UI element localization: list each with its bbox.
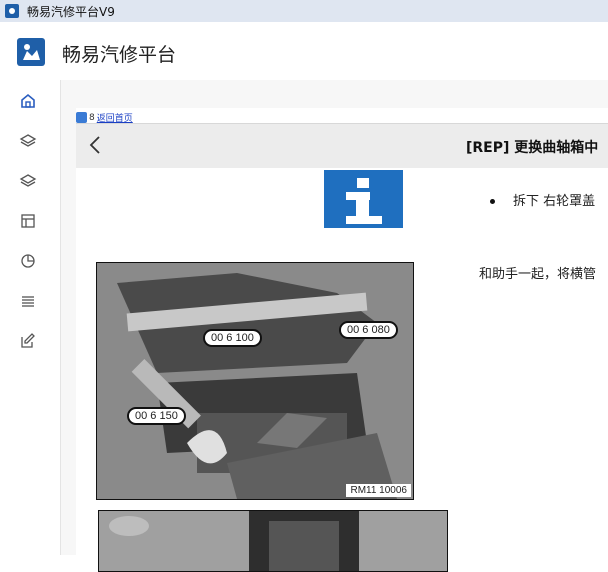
layers-icon[interactable] <box>19 132 37 150</box>
pie-chart-icon[interactable] <box>19 252 37 270</box>
content-area: 8 返回首页 [REP] 更换曲轴箱中 拆下 右轮罩盖 和助手一起，将横管 00… <box>61 80 608 572</box>
home-small-icon <box>76 112 87 123</box>
instruction-bullet: 拆下 右轮罩盖 <box>490 190 595 209</box>
callout-label: 00 6 150 <box>127 407 186 425</box>
doc-titlebar: [REP] 更换曲轴箱中 <box>76 123 608 168</box>
chevron-left-icon[interactable] <box>88 135 102 155</box>
repair-figure-2 <box>98 510 448 572</box>
window-title: 畅易汽修平台V9 <box>27 4 115 19</box>
brand-name: 畅易汽修平台 <box>62 44 177 66</box>
back-num: 8 <box>89 112 95 123</box>
repair-figure: 00 6 100 00 6 080 00 6 150 RM11 10006 <box>96 262 414 500</box>
home-icon[interactable] <box>19 92 37 110</box>
brand-logo-icon <box>17 38 45 66</box>
edit-icon[interactable] <box>19 332 37 350</box>
document-page: 8 返回首页 [REP] 更换曲轴箱中 拆下 右轮罩盖 和助手一起，将横管 00… <box>76 108 608 572</box>
layout-icon[interactable] <box>19 212 37 230</box>
layers-icon[interactable] <box>19 172 37 190</box>
sidebar <box>0 80 61 555</box>
window-titlebar: 畅易汽修平台V9 <box>0 0 608 22</box>
list-icon[interactable] <box>19 292 37 310</box>
callout-label: 00 6 100 <box>203 329 262 347</box>
callout-label: 00 6 080 <box>339 321 398 339</box>
app-icon <box>5 4 19 18</box>
doc-title: [REP] 更换曲轴箱中 <box>466 140 599 156</box>
app-header: 畅易汽修平台 <box>0 22 608 80</box>
info-icon <box>324 170 403 228</box>
instruction-paragraph: 和助手一起，将横管 <box>479 267 597 282</box>
figure-code: RM11 10006 <box>346 484 411 497</box>
